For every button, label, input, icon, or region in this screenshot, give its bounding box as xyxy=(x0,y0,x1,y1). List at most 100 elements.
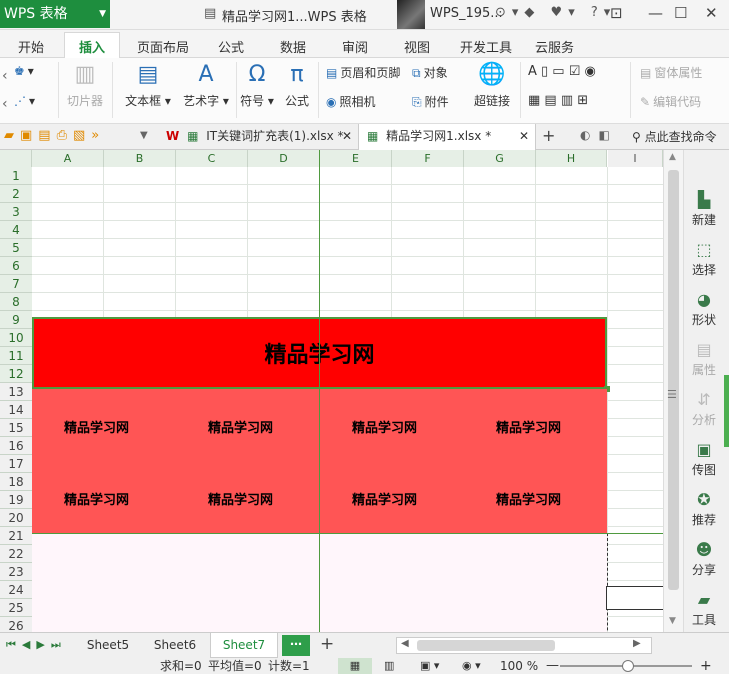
tab-data[interactable]: 数据 xyxy=(280,37,306,56)
tab-home[interactable]: 开始 xyxy=(18,37,44,56)
sidebar-item-new[interactable]: ▙ 新建 xyxy=(684,190,724,228)
tab-developer[interactable]: 开发工具 xyxy=(460,37,512,56)
ribbon-scroll-icon[interactable]: ‹ ‹ xyxy=(2,62,8,118)
tab-cloud[interactable]: 云服务 xyxy=(535,37,574,56)
cell-text[interactable]: 精品学习网 xyxy=(496,489,561,508)
row-header-4[interactable]: 4 xyxy=(0,221,32,239)
art-text-button[interactable]: A 艺术字 ▾ xyxy=(178,62,234,109)
close-button[interactable]: ✕ xyxy=(705,4,718,22)
vertical-scrollbar[interactable]: ▲ ☰ ▼ xyxy=(663,150,683,632)
reading-mode-icon[interactable]: ▣ ▾ xyxy=(420,658,439,674)
spreadsheet-grid[interactable]: ABCDEFGHI 1 2 3 4 5 6 7 8 9 10 11 12 13 14 15 16 17 18 19 2… xyxy=(0,150,683,632)
attachment-button[interactable]: ⎘ 附件 xyxy=(412,93,449,110)
user-name[interactable]: WPS_195... xyxy=(430,6,503,21)
formula-button[interactable]: π 公式 xyxy=(280,62,314,109)
new-tab-button[interactable]: + xyxy=(542,126,555,145)
row-header-26[interactable]: 26 xyxy=(0,617,32,632)
row-header-7[interactable]: 7 xyxy=(0,275,32,293)
cell-text[interactable]: 精品学习网 xyxy=(64,489,129,508)
camera-button[interactable]: ◉ 照相机 xyxy=(326,93,376,110)
chevron-down-icon[interactable]: ▼ xyxy=(140,130,148,141)
row-header-25[interactable]: 25 xyxy=(0,599,32,617)
scroll-down-icon[interactable]: ▼ xyxy=(669,616,676,626)
chart-type-icon[interactable]: ♚ ▾ xyxy=(14,64,34,78)
cell-text[interactable]: 精品学习网 xyxy=(64,417,129,436)
scroll-left-icon[interactable]: ◀ xyxy=(401,638,409,649)
sidebar-item-select[interactable]: ⬚ 选择 xyxy=(684,240,724,278)
doc-tab-it-keywords[interactable]: W ▦ IT关键词扩充表(1).xlsx * ✕ xyxy=(158,124,356,150)
scrollbar-thumb[interactable] xyxy=(668,170,679,590)
row-header-22[interactable]: 22 xyxy=(0,545,32,563)
sidebar-item-tools[interactable]: ▰ 工具 xyxy=(684,590,724,628)
eye-protect-icon[interactable]: ◉ ▾ xyxy=(462,658,481,674)
cell-text[interactable]: 精品学习网 xyxy=(208,489,273,508)
object-button[interactable]: ⧉ 对象 xyxy=(412,64,448,81)
zoom-level[interactable]: 100 % xyxy=(500,658,538,674)
active-cell[interactable] xyxy=(606,586,666,610)
scrollbar-thumb[interactable] xyxy=(417,640,555,651)
sidebar-item-properties[interactable]: ▤ 属性 xyxy=(684,340,724,378)
doc-tab-current[interactable]: ▦ 精品学习网1.xlsx * ✕ xyxy=(358,124,536,150)
sidebar-item-recommend[interactable]: ✪ 推荐 xyxy=(684,490,724,528)
restore-ribbon-icon[interactable]: ⊡ xyxy=(610,4,623,22)
minimize-button[interactable]: — xyxy=(648,4,663,22)
page-break-view-button[interactable]: ▥ xyxy=(384,658,394,674)
add-sheet-button[interactable]: + xyxy=(320,634,334,654)
tab-tools-icons[interactable]: ◐◧ xyxy=(580,128,618,142)
row-header-15[interactable]: 15 xyxy=(0,419,32,437)
avatar[interactable] xyxy=(397,0,425,29)
scroll-right-icon[interactable]: ▶ xyxy=(633,638,641,649)
zoom-in-button[interactable]: + xyxy=(700,658,712,674)
row-header-6[interactable]: 6 xyxy=(0,257,32,275)
more-sheets-button[interactable]: ⋯ xyxy=(282,635,310,656)
form-controls-row2[interactable]: ▦ ▤ ▥ ⊞ xyxy=(528,93,588,108)
column-header-d[interactable]: D xyxy=(248,150,320,167)
scroll-up-icon[interactable]: ▲ xyxy=(669,152,676,162)
tab-view[interactable]: 视图 xyxy=(404,37,430,56)
row-header-19[interactable]: 19 xyxy=(0,491,32,509)
edit-code-button[interactable]: ✎ 编辑代码 xyxy=(640,93,701,110)
row-header-21[interactable]: 21 xyxy=(0,527,32,545)
sidebar-item-share[interactable]: ☻ 分享 xyxy=(684,540,724,578)
row-header-18[interactable]: 18 xyxy=(0,473,32,491)
column-header-c[interactable]: C xyxy=(176,150,248,167)
column-header-i[interactable]: I xyxy=(608,150,663,167)
row-header-1[interactable]: 1 xyxy=(0,167,32,185)
close-tab-icon[interactable]: ✕ xyxy=(342,124,352,149)
sidebar-item-analysis[interactable]: ⇵ 分析 xyxy=(684,390,724,428)
command-search[interactable]: ⚲ 点此查找命令 xyxy=(632,128,717,145)
row-header-16[interactable]: 16 xyxy=(0,437,32,455)
normal-view-button[interactable]: ▦ xyxy=(338,658,372,674)
textbox-button[interactable]: ▤ 文本框 ▾ xyxy=(120,62,176,109)
select-all-corner[interactable] xyxy=(0,150,32,167)
row-header-24[interactable]: 24 xyxy=(0,581,32,599)
hyperlink-button[interactable]: 🌐 超链接 xyxy=(470,62,514,109)
row-header-10[interactable]: 10 xyxy=(0,329,32,347)
row-header-2[interactable]: 2 xyxy=(0,185,32,203)
column-header-h[interactable]: H xyxy=(536,150,607,167)
app-menu-button[interactable]: WPS 表格 ▼ xyxy=(0,0,110,28)
form-properties-button[interactable]: ▤ 窗体属性 xyxy=(640,64,702,81)
tab-review[interactable]: 审阅 xyxy=(342,37,368,56)
header-footer-button[interactable]: ▤ 页眉和页脚 xyxy=(326,64,400,81)
sheet-nav-arrows[interactable]: ⏮◀▶⏭ xyxy=(6,638,67,652)
zoom-slider-handle[interactable] xyxy=(622,660,634,672)
column-header-b[interactable]: B xyxy=(104,150,176,167)
form-controls-row1[interactable]: A ▯ ▭ ☑ ◉ xyxy=(528,64,596,79)
title-tools-icons[interactable]: ⊙▾◆ ♥▾ ?▾ xyxy=(495,5,616,20)
row-header-20[interactable]: 20 xyxy=(0,509,32,527)
row-header-9[interactable]: 9 xyxy=(0,311,32,329)
sheet-tab-sheet7[interactable]: Sheet7 xyxy=(210,633,278,658)
cell-text[interactable]: 精品学习网 xyxy=(496,417,561,436)
maximize-button[interactable]: ☐ xyxy=(674,4,687,22)
row-header-13[interactable]: 13 xyxy=(0,383,32,401)
cell-text[interactable]: 精品学习网 xyxy=(208,417,273,436)
tab-insert[interactable]: 插入 xyxy=(64,32,121,59)
scatter-icon[interactable]: ⋰ ▾ xyxy=(14,94,35,108)
row-header-8[interactable]: 8 xyxy=(0,293,32,311)
zoom-out-button[interactable]: — xyxy=(546,658,559,674)
quick-access-toolbar[interactable]: ▰▣▤⎙▧» xyxy=(4,128,105,143)
tab-formula[interactable]: 公式 xyxy=(218,37,244,56)
freeze-pane-line-horizontal[interactable] xyxy=(32,533,683,534)
sidebar-item-upload-image[interactable]: ▣ 传图 xyxy=(684,440,724,478)
